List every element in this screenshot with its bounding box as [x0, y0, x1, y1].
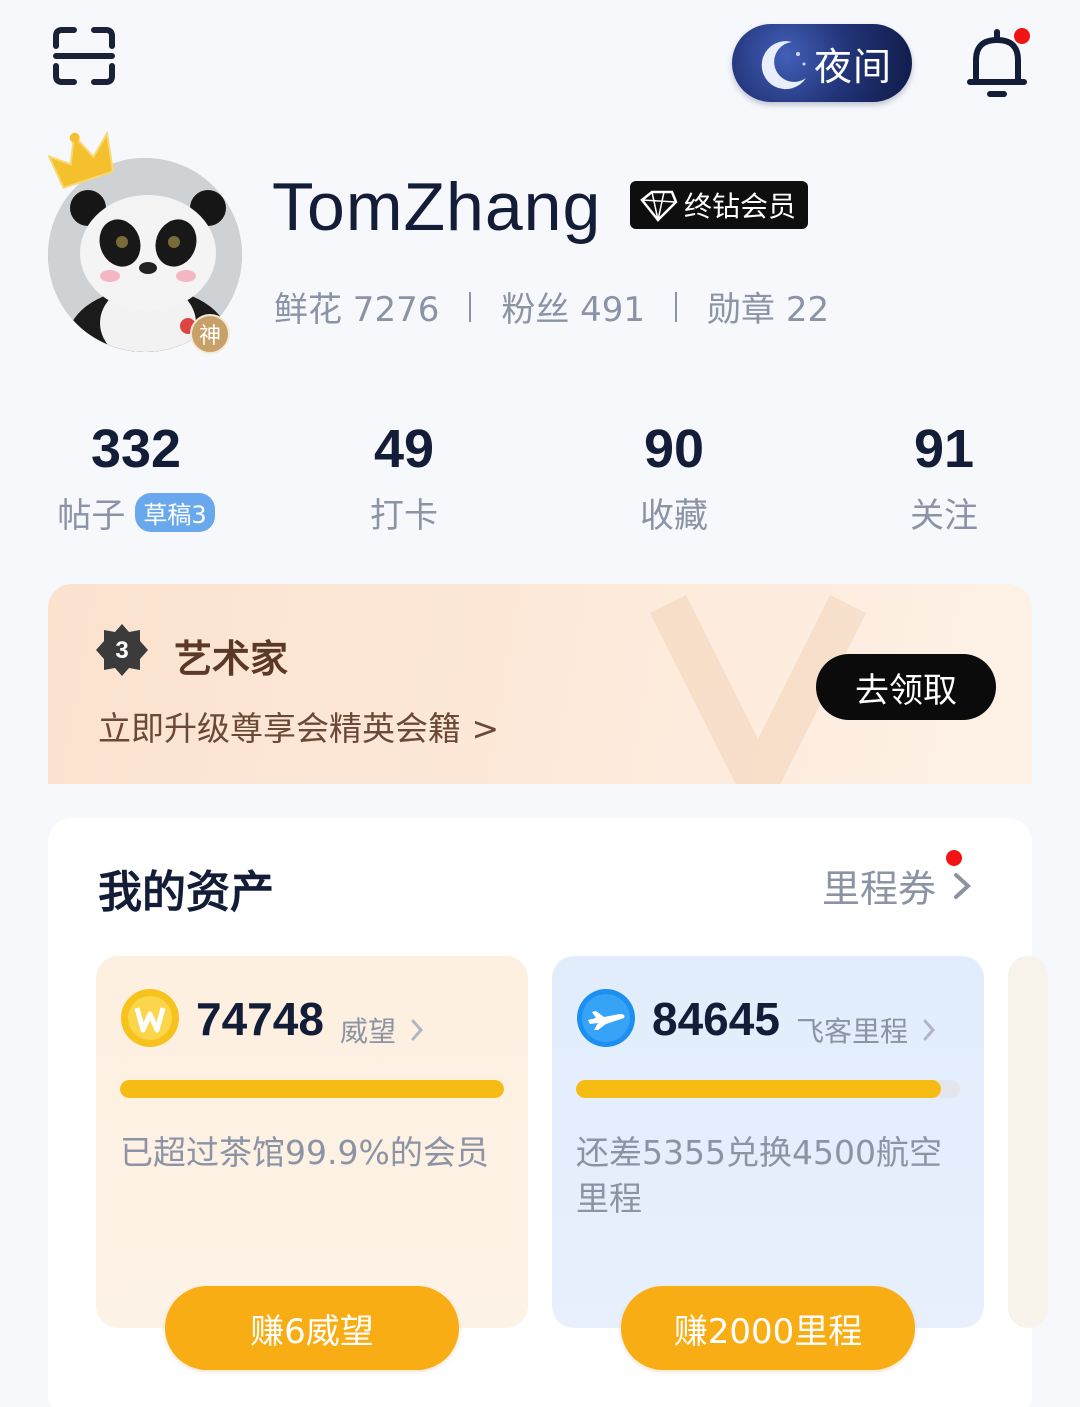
notification-dot [945, 850, 962, 866]
scan-icon[interactable] [52, 26, 116, 86]
level-number: 3 [115, 637, 128, 664]
assets-title: 我的资产 [98, 867, 274, 918]
earn-prestige-button[interactable]: 赚6威望 [165, 1286, 459, 1370]
night-mode-label: 夜间 [813, 44, 892, 89]
notification-dot [1014, 28, 1030, 44]
counter-label: 帖子 [57, 496, 126, 536]
counter-label: 打卡 [370, 496, 438, 536]
prestige-progress-bar [120, 1080, 504, 1098]
membership-card[interactable]: 3 艺术家 立即升级尊享会精英会籍 > 去领取 [48, 584, 1032, 784]
medals-stat[interactable]: 勋章 22 [707, 282, 829, 331]
username: TomZhang [272, 169, 602, 245]
counter-label: 关注 [910, 496, 978, 536]
vip-badge[interactable]: 终钻会员 [630, 181, 809, 229]
progress-fill [576, 1080, 941, 1098]
unit-label: 飞客里程 [796, 1015, 909, 1048]
prestige-amount: 74748 [196, 993, 324, 1045]
counter-following[interactable]: 91 关注 [834, 418, 1054, 537]
counter-value: 90 [643, 419, 705, 479]
next-asset-tile[interactable] [1008, 956, 1048, 1328]
counter-label: 收藏 [640, 496, 708, 536]
airplane-icon [577, 989, 635, 1047]
mileage-voucher-link[interactable]: 里程券 [821, 850, 972, 913]
crown-icon [48, 130, 115, 189]
mileage-progress-bar [576, 1080, 960, 1098]
flowers-stat[interactable]: 鲜花 7276 [274, 282, 439, 331]
membership-upgrade-link[interactable]: 立即升级尊享会精英会籍 > [98, 702, 499, 750]
mileage-unit: 飞客里程 [796, 1010, 936, 1050]
profile-stats-line: 鲜花 7276 粉丝 491 勋章 22 [274, 282, 829, 331]
counter-posts[interactable]: 332 帖子 草稿3 [26, 418, 246, 537]
avatar-container[interactable]: 神 [48, 128, 248, 358]
fans-stat[interactable]: 粉丝 491 [501, 282, 645, 331]
counter-value: 332 [90, 419, 182, 479]
counter-value: 49 [373, 419, 435, 479]
divider [469, 291, 472, 322]
night-mode-button[interactable]: 夜间 [732, 24, 912, 102]
unit-label: 威望 [340, 1015, 397, 1048]
chevron-right-icon [923, 1019, 936, 1041]
notification-bell[interactable] [962, 26, 1032, 102]
chevron-right-icon [954, 872, 971, 899]
level-badge-icon: 3 [96, 624, 148, 676]
prestige-unit: 威望 [340, 1010, 424, 1050]
counter-checkin[interactable]: 49 打卡 [294, 418, 514, 537]
progress-fill [120, 1080, 504, 1098]
divider [675, 291, 678, 322]
prestige-tile[interactable]: 74748 威望 已超过茶馆99.9%的会员 [96, 956, 528, 1328]
mileage-tile[interactable]: 84645 飞客里程 还差5355兑换4500航空里程 [552, 956, 984, 1328]
counter-favorites[interactable]: 90 收藏 [564, 418, 784, 537]
prestige-coin-icon [121, 989, 179, 1047]
profile-page: 夜间 神 TomZhang 终钻会员 鲜花 7276 粉丝 491 勋章 22 … [0, 0, 1080, 1407]
chevron-right-icon [411, 1019, 424, 1041]
vip-label: 终钻会员 [684, 190, 797, 223]
mileage-description: 还差5355兑换4500航空里程 [576, 1133, 942, 1218]
voucher-label: 里程券 [821, 867, 936, 911]
counter-value: 91 [913, 419, 975, 479]
claim-button[interactable]: 去领取 [816, 654, 996, 720]
prestige-description: 已超过茶馆99.9%的会员 [120, 1133, 489, 1172]
earn-mileage-button[interactable]: 赚2000里程 [621, 1286, 915, 1370]
draft-badge[interactable]: 草稿3 [135, 493, 215, 532]
assets-card: 我的资产 里程券 74748 威望 已超过茶馆99.9%的会员 84645 飞客… [48, 818, 1048, 1407]
mileage-amount: 84645 [652, 993, 780, 1045]
diamond-icon [640, 190, 678, 222]
membership-title: 艺术家 [174, 637, 289, 681]
avatar-badge: 神 [190, 314, 230, 354]
moon-icon [761, 41, 806, 90]
